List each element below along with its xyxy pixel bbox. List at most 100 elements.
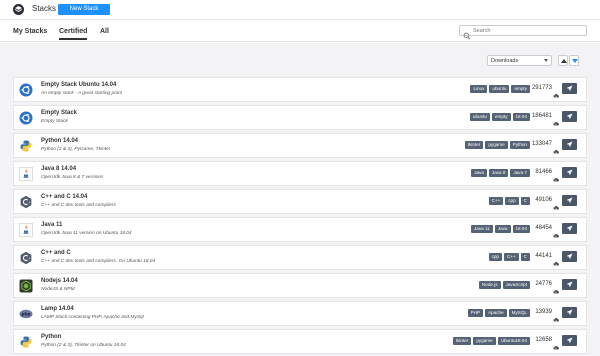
cloud-download-icon — [553, 86, 559, 98]
stack-tag[interactable]: Java — [471, 169, 487, 177]
stack-description: Empty Stack — [41, 119, 68, 124]
nodejs-icon — [19, 279, 33, 293]
stack-name[interactable]: Java 8 14.04 — [41, 166, 76, 172]
stack-tag[interactable]: ubuntu — [489, 85, 510, 93]
launch-stack-button[interactable] — [562, 307, 577, 318]
sort-select[interactable]: Downloads — [487, 55, 552, 66]
stack-tag[interactable]: ubuntu — [469, 113, 490, 121]
cloud-download-icon — [553, 198, 559, 210]
stack-tag[interactable]: pygame — [473, 337, 496, 345]
stack-description: LAMP Stack containing PHP, Apache and My… — [41, 315, 144, 320]
stack-tag[interactable]: PHP — [467, 309, 484, 317]
stack-tag[interactable]: cpp — [488, 253, 502, 261]
cloud-download-icon — [553, 310, 559, 322]
new-stack-button[interactable]: New Stack — [58, 4, 110, 15]
stack-tag[interactable]: C++ — [488, 197, 504, 205]
stack-tags: PHP Apache MySQL — [467, 309, 530, 318]
launch-stack-button[interactable] — [562, 195, 577, 206]
stack-description: An empty stack - A great starting point — [41, 91, 122, 96]
stack-name[interactable]: Python 14.04 — [41, 138, 78, 144]
stack-row[interactable]: php Lamp 14.04 LAMP Stack containing PHP… — [13, 301, 587, 326]
content-area: Downloads Empty Stack Ubuntu 14.04 An em… — [0, 43, 600, 356]
stack-tag[interactable]: C++ — [503, 253, 519, 261]
sort-ascending-button[interactable] — [558, 55, 568, 66]
chevron-down-icon — [544, 59, 548, 62]
stack-name[interactable]: Nodejs 14.04 — [41, 278, 78, 284]
stack-name[interactable]: C++ and C — [41, 250, 71, 256]
launch-stack-button[interactable] — [562, 335, 577, 346]
java-icon — [19, 223, 33, 237]
launch-stack-button[interactable] — [562, 83, 577, 94]
stack-row[interactable]: Python Python (2 & 3), Tkinter on Ubuntu… — [13, 329, 587, 354]
download-count: 291773 — [531, 85, 552, 91]
sort-select-value: Downloads — [491, 58, 519, 64]
stack-tag[interactable]: tkinter — [452, 337, 472, 345]
send-icon — [566, 197, 573, 204]
stack-tag[interactable]: Python — [509, 141, 530, 149]
stack-row[interactable]: Nodejs 14.04 NodeJS & NPM Node.js JavaScr… — [13, 273, 587, 298]
stack-name[interactable]: Python — [41, 334, 61, 340]
search-input[interactable] — [473, 26, 583, 35]
cloud-download-icon — [553, 226, 559, 238]
stack-tag[interactable]: Java — [494, 225, 511, 233]
java-icon — [19, 167, 33, 181]
launch-stack-button[interactable] — [562, 111, 577, 122]
tab-my-stacks[interactable]: My Stacks — [13, 28, 47, 35]
launch-stack-button[interactable] — [562, 251, 577, 262]
stack-tag[interactable]: Linux — [470, 85, 488, 93]
stack-tags: tkinter pygame Python — [464, 141, 530, 150]
stack-tag[interactable]: JavaScript — [502, 281, 530, 289]
stack-tags: Linux ubuntu empty — [470, 85, 530, 94]
stack-tag[interactable]: empty — [491, 113, 511, 121]
stack-row[interactable]: Java 8 14.04 OpenJdk Java 8 & 7 versions… — [13, 161, 587, 186]
stack-tags: cpp C++ C — [488, 253, 530, 262]
ubuntu-icon — [19, 111, 33, 125]
stack-tags: Java 11 Java 18.04 — [471, 225, 530, 234]
arrow-up-icon — [561, 59, 567, 63]
top-bar: Stacks New Stack — [0, 0, 600, 20]
stack-tag[interactable]: pygame — [485, 141, 508, 149]
launch-stack-button[interactable] — [562, 139, 577, 150]
search-box[interactable] — [459, 25, 587, 40]
stack-row[interactable]: ++ C++ and C 14.04 C++ and C dev tools a… — [13, 189, 587, 214]
stack-tag[interactable]: Apache — [485, 309, 507, 317]
stack-row[interactable]: Java 11 OpenJdk Java 11 version on Ubunt… — [13, 217, 587, 242]
tab-bar: My Stacks Certified All — [0, 20, 600, 42]
send-icon — [566, 85, 573, 92]
cloud-download-icon — [553, 170, 559, 182]
stack-tag[interactable]: Java 8 — [488, 169, 509, 177]
stack-row[interactable]: Empty Stack Ubuntu 14.04 An empty stack … — [13, 77, 587, 102]
stack-tag[interactable]: MySQL — [508, 309, 530, 317]
stack-description: C++ and C dev tools and compilers — [41, 203, 116, 208]
stack-tag[interactable]: cpp — [505, 197, 519, 205]
stack-tag[interactable]: Ubuntu18.04 — [497, 337, 530, 345]
send-icon — [566, 253, 573, 260]
cloud-download-icon — [553, 254, 559, 266]
tab-all[interactable]: All — [100, 28, 109, 35]
download-count: 12658 — [535, 337, 552, 343]
stack-tag[interactable]: tkinter — [464, 141, 484, 149]
stack-row[interactable]: Empty Stack Empty Stack ubuntu empty 18.04… — [13, 105, 587, 130]
download-count: 44141 — [535, 253, 552, 259]
stack-name[interactable]: C++ and C 14.04 — [41, 194, 87, 200]
svg-text:++: ++ — [28, 256, 33, 260]
tab-certified[interactable]: Certified — [59, 28, 88, 40]
stack-description: Python (2 & 3), PyGame, Tkinter — [41, 147, 111, 152]
svg-text:php: php — [22, 312, 31, 317]
launch-stack-button[interactable] — [562, 223, 577, 234]
stack-row[interactable]: ++ C++ and C C++ and C dev tools and com… — [13, 245, 587, 270]
stack-logo-icon — [13, 4, 24, 15]
stack-name[interactable]: Empty Stack — [41, 110, 77, 116]
stack-tag[interactable]: Node.js — [478, 281, 501, 289]
sort-descending-button[interactable] — [569, 55, 579, 66]
stack-name[interactable]: Empty Stack Ubuntu 14.04 — [41, 82, 116, 88]
stack-row[interactable]: Python 14.04 Python (2 & 3), PyGame, Tki… — [13, 133, 587, 158]
launch-stack-button[interactable] — [562, 279, 577, 290]
stack-name[interactable]: Lamp 14.04 — [41, 306, 74, 312]
send-icon — [566, 309, 573, 316]
stack-tag[interactable]: Java 11 — [471, 225, 493, 233]
stack-name[interactable]: Java 11 — [41, 222, 62, 228]
launch-stack-button[interactable] — [562, 167, 577, 178]
stack-tags: tkinter pygame Ubuntu18.04 — [452, 337, 530, 346]
php-icon: php — [19, 307, 33, 321]
